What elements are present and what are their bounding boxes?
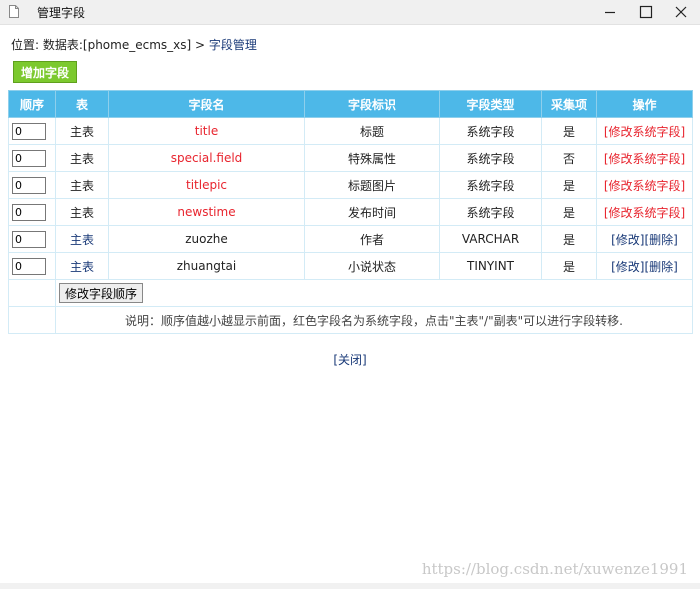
order-input[interactable] <box>12 257 46 275</box>
field-label: 标题 <box>304 117 440 145</box>
field-type: 系统字段 <box>439 171 542 199</box>
table-row: 主表 title 标题 系统字段 是 [修改系统字段] <box>8 117 693 145</box>
operation-cell: [修改][删除] <box>596 252 693 280</box>
horizontal-scrollbar[interactable] <box>0 583 700 589</box>
table-row: 主表 special.field 特殊属性 系统字段 否 [修改系统字段] <box>8 144 693 172</box>
table-link[interactable]: 主表 <box>55 252 109 280</box>
field-label: 标题图片 <box>304 171 440 199</box>
collect-flag: 是 <box>541 252 597 280</box>
header-collect: 采集项 <box>541 90 597 118</box>
delete-link[interactable]: [删除] <box>645 233 678 247</box>
breadcrumb-prefix: 位置: 数据表:[phome_ecms_xs] > <box>11 38 209 52</box>
header-table: 表 <box>55 90 109 118</box>
order-button-row: 修改字段顺序 <box>8 279 693 307</box>
order-input[interactable] <box>12 230 46 248</box>
fields-table: 顺序 表 字段名 字段标识 字段类型 采集项 操作 主表 title 标题 系统… <box>8 90 693 334</box>
order-input[interactable] <box>12 203 46 221</box>
order-input[interactable] <box>12 149 46 167</box>
table-row: 主表 newstime 发布时间 系统字段 是 [修改系统字段] <box>8 198 693 226</box>
field-name: zuozhe <box>108 225 305 253</box>
collect-flag: 是 <box>541 225 597 253</box>
header-order: 顺序 <box>8 90 56 118</box>
table-link[interactable]: 主表 <box>55 225 109 253</box>
header-field-label: 字段标识 <box>304 90 440 118</box>
table-row: 主表 zuozhe 作者 VARCHAR 是 [修改][删除] <box>8 225 693 253</box>
note-row: 说明：顺序值越小越显示前面，红色字段名为系统字段，点击"主表"/"副表"可以进行… <box>8 306 693 334</box>
field-label: 特殊属性 <box>304 144 440 172</box>
breadcrumb-link[interactable]: 字段管理 <box>209 38 257 52</box>
field-name: titlepic <box>108 171 305 199</box>
edit-system-field-link[interactable]: [修改系统字段] <box>596 171 693 199</box>
update-order-button[interactable]: 修改字段顺序 <box>59 283 144 303</box>
field-label: 发布时间 <box>304 198 440 226</box>
operation-cell: [修改][删除] <box>596 225 693 253</box>
delete-link[interactable]: [删除] <box>645 260 678 274</box>
field-type: 系统字段 <box>439 144 542 172</box>
header-field-name: 字段名 <box>108 90 305 118</box>
order-input[interactable] <box>12 122 46 140</box>
field-label: 作者 <box>304 225 440 253</box>
table-cell: 主表 <box>55 117 109 145</box>
close-icon[interactable] <box>672 3 690 21</box>
collect-flag: 是 <box>541 198 597 226</box>
collect-flag: 是 <box>541 117 597 145</box>
edit-system-field-link[interactable]: [修改系统字段] <box>596 144 693 172</box>
header-field-type: 字段类型 <box>439 90 542 118</box>
table-cell: 主表 <box>55 144 109 172</box>
table-cell: 主表 <box>55 171 109 199</box>
table-header-row: 顺序 表 字段名 字段标识 字段类型 采集项 操作 <box>8 90 693 118</box>
watermark: https://blog.csdn.net/xuwenze1991 <box>421 560 688 578</box>
add-field-button[interactable]: 增加字段 <box>13 61 77 83</box>
field-type: 系统字段 <box>439 117 542 145</box>
minimize-icon[interactable] <box>601 3 619 21</box>
field-type: TINYINT <box>439 252 542 280</box>
window-title: 管理字段 <box>37 6 86 20</box>
field-label: 小说状态 <box>304 252 440 280</box>
order-input[interactable] <box>12 176 46 194</box>
field-name: special.field <box>108 144 305 172</box>
table-cell: 主表 <box>55 198 109 226</box>
note-text: 说明：顺序值越小越显示前面，红色字段名为系统字段，点击"主表"/"副表"可以进行… <box>55 306 693 334</box>
table-row: 主表 titlepic 标题图片 系统字段 是 [修改系统字段] <box>8 171 693 199</box>
field-type: VARCHAR <box>439 225 542 253</box>
edit-system-field-link[interactable]: [修改系统字段] <box>596 198 693 226</box>
collect-flag: 否 <box>541 144 597 172</box>
edit-link[interactable]: [修改] <box>611 260 644 274</box>
field-name: title <box>108 117 305 145</box>
header-operation: 操作 <box>596 90 693 118</box>
title-bar: 管理字段 <box>0 0 700 25</box>
close-link[interactable]: [关闭] <box>0 351 700 368</box>
field-name: zhuangtai <box>108 252 305 280</box>
edit-link[interactable]: [修改] <box>611 233 644 247</box>
breadcrumb: 位置: 数据表:[phome_ecms_xs] > 字段管理 <box>11 36 257 53</box>
edit-system-field-link[interactable]: [修改系统字段] <box>596 117 693 145</box>
field-name: newstime <box>108 198 305 226</box>
maximize-icon[interactable] <box>637 3 655 21</box>
collect-flag: 是 <box>541 171 597 199</box>
document-icon <box>9 5 19 18</box>
field-type: 系统字段 <box>439 198 542 226</box>
table-row: 主表 zhuangtai 小说状态 TINYINT 是 [修改][删除] <box>8 252 693 280</box>
